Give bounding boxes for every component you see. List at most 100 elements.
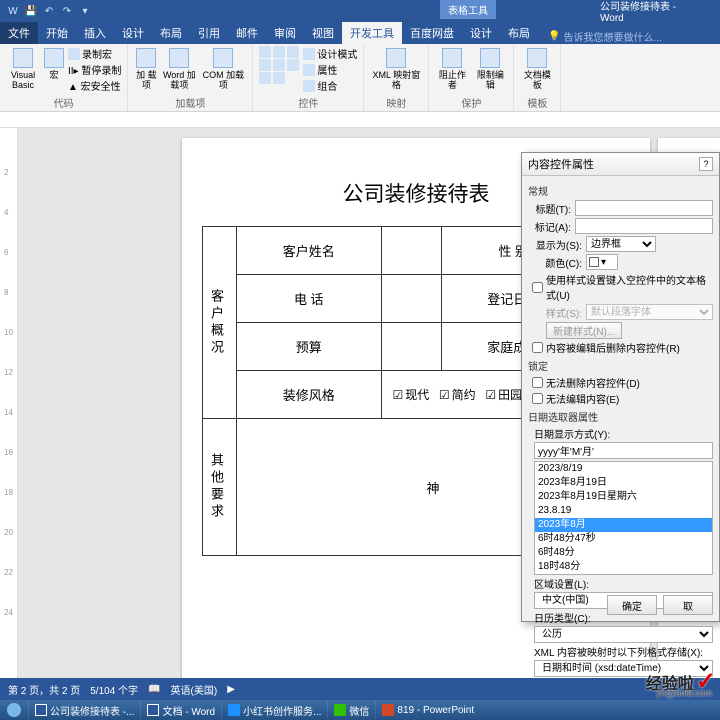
tab-file[interactable]: 文件: [0, 22, 38, 44]
macro-status-icon[interactable]: ▶: [227, 684, 235, 695]
restrict-icon: [480, 48, 500, 68]
tab-references[interactable]: 引用: [190, 22, 228, 44]
group-button[interactable]: 组合: [303, 78, 357, 93]
no-edit-checkbox[interactable]: [532, 393, 543, 404]
xml-label: XML 内容被映射时以下列格式存储(X):: [534, 644, 713, 659]
bulb-icon: 💡: [548, 31, 560, 42]
group-icon: [303, 80, 315, 92]
tell-me[interactable]: 💡告诉我您想要做什么...: [538, 29, 662, 44]
date-opt-7[interactable]: 18时48分: [535, 560, 712, 574]
undo-icon[interactable]: ↶: [42, 4, 56, 18]
date-format-listbox[interactable]: 2023/8/19 2023年8月19日 2023年8月19日星期六 23.8.…: [534, 461, 713, 575]
taskbar-browser[interactable]: 小红书创作服务...: [221, 701, 327, 719]
word-icon: [35, 704, 47, 716]
status-bar: 第 2 页，共 2 页 5/104 个字 📖 英语(美国) ▶: [0, 678, 720, 700]
horizontal-ruler[interactable]: [0, 112, 720, 128]
date-opt-4[interactable]: 2023年8月: [535, 518, 712, 532]
language[interactable]: 英语(美国): [171, 682, 218, 697]
title-bar: W 💾 ↶ ↷ ▾ 表格工具 公司装修接待表 - Word: [0, 0, 720, 22]
xml-mapping-button[interactable]: XML 映射窗格: [370, 46, 422, 90]
content-control-properties-dialog: 内容控件属性 ? 常规 标题(T): 标记(A): 显示为(S):边界框 颜色(…: [521, 152, 720, 622]
ctrl-gallery3[interactable]: [259, 72, 299, 84]
tab-mailings[interactable]: 邮件: [228, 22, 266, 44]
contextual-tab-label: 表格工具: [440, 0, 496, 19]
tab-review[interactable]: 审阅: [266, 22, 304, 44]
style-label: 样式(S):: [542, 305, 582, 320]
group-addins: 加 载项 Word 加载项 COM 加载项 加载项: [128, 44, 253, 111]
dialog-title-bar[interactable]: 内容控件属性 ?: [522, 153, 719, 176]
addins-button[interactable]: 加 载项: [134, 46, 158, 90]
pause-recording-button[interactable]: II▸ 暂停录制: [68, 62, 121, 77]
tab-layout[interactable]: 布局: [152, 22, 190, 44]
design-icon: [303, 48, 315, 60]
date-opt-5[interactable]: 6时48分47秒: [535, 532, 712, 546]
ctrl-gallery2[interactable]: [259, 59, 299, 71]
use-style-checkbox[interactable]: [532, 282, 543, 293]
date-opt-3[interactable]: 23.8.19: [535, 504, 712, 518]
design-mode-button[interactable]: 设计模式: [303, 46, 357, 61]
title-input[interactable]: [575, 200, 713, 216]
powerpoint-icon: [382, 704, 394, 716]
date-format-input[interactable]: [534, 442, 713, 459]
template-icon: [527, 48, 547, 68]
cell-budget-label: 预算: [237, 323, 382, 371]
cell-budget-value[interactable]: [381, 323, 441, 371]
visual-basic-button[interactable]: Visual Basic: [6, 46, 40, 90]
browser-icon: [228, 704, 240, 716]
vertical-ruler[interactable]: 246 81012 141618 202224: [0, 128, 18, 678]
block-authors-button[interactable]: 阻止作者: [435, 46, 469, 90]
qat-more-icon[interactable]: ▾: [78, 4, 92, 18]
taskbar-powerpoint[interactable]: 819 - PowerPoint: [375, 701, 480, 719]
group-template: 文档模板 模板: [514, 44, 561, 111]
date-opt-2[interactable]: 2023年8月19日星期六: [535, 490, 712, 504]
taskbar-wechat[interactable]: 微信: [327, 701, 375, 719]
group-code: Visual Basic 宏 录制宏 II▸ 暂停录制 ▲ 宏安全性 代码: [0, 44, 128, 111]
tab-table-layout[interactable]: 布局: [500, 22, 538, 44]
page-count[interactable]: 第 2 页，共 2 页: [8, 682, 80, 697]
no-delete-checkbox[interactable]: [532, 377, 543, 388]
cell-name-value[interactable]: [381, 227, 441, 275]
dialog-title: 内容控件属性: [528, 156, 594, 172]
section-other: 其他要求: [207, 453, 226, 521]
tab-home[interactable]: 开始: [38, 22, 76, 44]
taskbar-word-1[interactable]: 公司装修接待表 -...: [28, 701, 140, 719]
checkbox-rural[interactable]: 田园: [485, 386, 522, 403]
word-count[interactable]: 5/104 个字: [90, 682, 138, 697]
tab-insert[interactable]: 插入: [76, 22, 114, 44]
tab-baidu[interactable]: 百度网盘: [402, 22, 462, 44]
com-addins-button[interactable]: COM 加载项: [200, 46, 246, 90]
tab-table-design[interactable]: 设计: [462, 22, 500, 44]
checkbox-modern[interactable]: 现代: [393, 386, 430, 403]
record-macro-button[interactable]: 录制宏: [68, 46, 121, 61]
start-button[interactable]: [0, 700, 28, 720]
ctrl-gallery[interactable]: [259, 46, 299, 58]
help-icon[interactable]: ?: [699, 157, 713, 171]
macros-button[interactable]: 宏: [44, 46, 64, 80]
proofing-icon[interactable]: 📖: [148, 684, 160, 695]
color-button[interactable]: ▾: [586, 254, 618, 270]
date-opt-1[interactable]: 2023年8月19日: [535, 476, 712, 490]
taskbar-word-2[interactable]: 文档 - Word: [140, 701, 221, 719]
restrict-editing-button[interactable]: 限制编辑: [473, 46, 507, 90]
ok-button[interactable]: 确定: [607, 595, 657, 615]
word-addins-button[interactable]: Word 加载项: [162, 46, 196, 90]
checkbox-simple[interactable]: 简约: [439, 386, 476, 403]
showas-select[interactable]: 边界框: [586, 236, 656, 252]
cancel-button[interactable]: 取: [663, 595, 713, 615]
tag-input[interactable]: [575, 218, 713, 234]
macro-security-button[interactable]: ▲ 宏安全性: [68, 78, 121, 93]
tab-view[interactable]: 视图: [304, 22, 342, 44]
save-icon[interactable]: 💾: [24, 4, 38, 18]
properties-button[interactable]: 属性: [303, 62, 357, 77]
remove-after-edit-checkbox[interactable]: [532, 342, 543, 353]
redo-icon[interactable]: ↷: [60, 4, 74, 18]
tab-developer[interactable]: 开发工具: [342, 22, 402, 44]
date-opt-6[interactable]: 6时48分: [535, 546, 712, 560]
group-mapping: XML 映射窗格 映射: [364, 44, 429, 111]
cell-phone-value[interactable]: [381, 275, 441, 323]
doc-template-button[interactable]: 文档模板: [520, 46, 554, 90]
calendar-select[interactable]: 公历: [534, 626, 713, 643]
date-opt-0[interactable]: 2023/8/19: [535, 462, 712, 476]
section-customer: 客户概况: [207, 289, 226, 357]
tab-design[interactable]: 设计: [114, 22, 152, 44]
